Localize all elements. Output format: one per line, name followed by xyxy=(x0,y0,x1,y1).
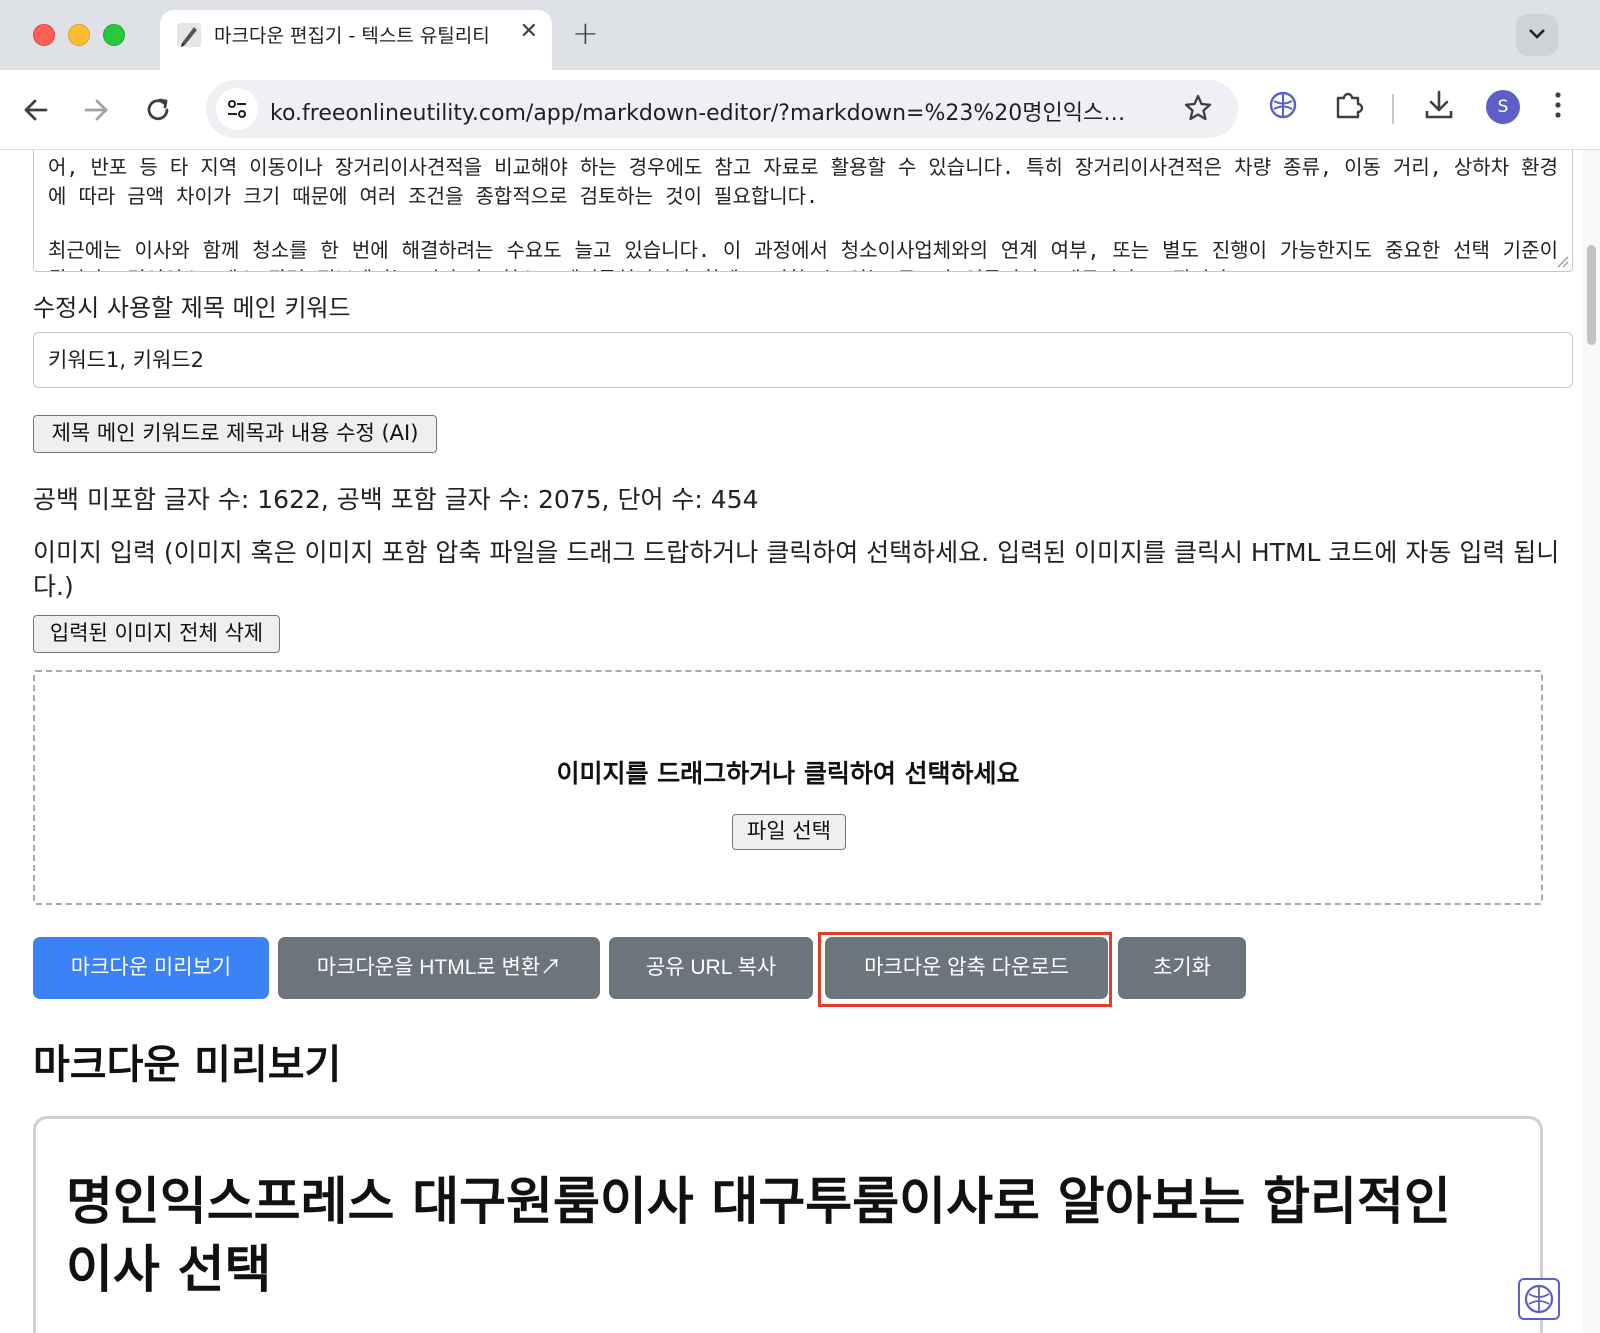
delete-all-images-button[interactable]: 입력된 이미지 전체 삭제 xyxy=(33,615,280,653)
address-bar[interactable]: ko.freeonlineutility.com/app/markdown-ed… xyxy=(206,80,1238,138)
dropzone-text: 이미지를 드래그하거나 클릭하여 선택하세요 xyxy=(556,759,1020,788)
markdown-paragraph: 최근에는 이사와 함께 청소를 한 번에 해결하려는 수요도 늘고 있습니다. … xyxy=(48,238,1558,271)
copy-share-url-button[interactable]: 공유 URL 복사 xyxy=(609,937,813,999)
download-icon[interactable] xyxy=(1422,88,1456,122)
brain-icon xyxy=(1524,1284,1554,1314)
ai-brain-floating-icon[interactable] xyxy=(1518,1278,1560,1320)
maximize-window-button[interactable] xyxy=(103,24,125,46)
reload-icon[interactable] xyxy=(140,92,176,128)
browser-tab-active[interactable]: 마크다운 편집기 - 텍스트 유틸리티 ✕ xyxy=(160,10,552,70)
new-tab-button[interactable]: + xyxy=(572,14,599,52)
back-icon[interactable] xyxy=(18,92,54,128)
close-tab-icon[interactable]: ✕ xyxy=(520,19,538,44)
resize-grip-icon[interactable] xyxy=(1555,254,1569,268)
page-scrollbar[interactable] xyxy=(1582,150,1600,1333)
close-window-button[interactable] xyxy=(33,24,55,46)
ai-edit-button[interactable]: 제목 메인 키워드로 제목과 내용 수정 (AI) xyxy=(33,415,437,453)
tab-search-button[interactable] xyxy=(1516,14,1558,56)
page-content: 어, 반포 등 타 지역 이동이나 장거리이사견적을 비교해야 하는 경우에도 … xyxy=(0,150,1582,1333)
chevron-down-icon xyxy=(1529,29,1545,39)
scrollbar-thumb[interactable] xyxy=(1587,245,1596,345)
keyword-input[interactable]: 키워드1, 키워드2 xyxy=(33,332,1573,388)
convert-to-html-button[interactable]: 마크다운을 HTML로 변환↗ xyxy=(278,937,600,999)
preview-heading: 명인익스프레스 대구원룸이사 대구투룸이사로 알아보는 합리적인 이사 선택 xyxy=(66,1173,1451,1300)
forward-icon[interactable] xyxy=(78,92,114,128)
markdown-preview-button[interactable]: 마크다운 미리보기 xyxy=(33,937,269,999)
image-input-description: 이미지 입력 (이미지 혹은 이미지 포함 압축 파일을 드래그 드랍하거나 클… xyxy=(33,538,1560,601)
browser-titlebar: 마크다운 편집기 - 텍스트 유틸리티 ✕ + xyxy=(0,0,1600,70)
tab-title: 마크다운 편집기 - 텍스트 유틸리티 xyxy=(214,25,490,47)
profile-avatar[interactable]: S xyxy=(1486,90,1520,124)
file-select-button[interactable]: 파일 선택 xyxy=(732,814,846,850)
image-dropzone[interactable]: 이미지를 드래그하거나 클릭하여 선택하세요 파일 선택 xyxy=(33,670,1543,905)
markdown-preview-panel: 명인익스프레스 대구원룸이사 대구투룸이사로 알아보는 합리적인 이사 선택 xyxy=(33,1116,1543,1333)
browser-toolbar: ko.freeonlineutility.com/app/markdown-ed… xyxy=(0,70,1600,150)
puzzle-extensions-icon[interactable] xyxy=(1332,88,1366,122)
character-count: 공백 미포함 글자 수: 1622, 공백 포함 글자 수: 2075, 단어 … xyxy=(33,485,759,514)
markdown-textarea[interactable]: 어, 반포 등 타 지역 이동이나 장거리이사견적을 비교해야 하는 경우에도 … xyxy=(33,150,1573,272)
markdown-paragraph: 어, 반포 등 타 지역 이동이나 장거리이사견적을 비교해야 하는 경우에도 … xyxy=(48,155,1558,208)
ai-brain-extension-icon[interactable] xyxy=(1266,88,1300,122)
toolbar-divider xyxy=(1392,94,1394,124)
highlight-box xyxy=(818,932,1112,1007)
pen-favicon-icon xyxy=(177,23,201,47)
site-info-icon xyxy=(228,100,246,118)
url-text[interactable]: ko.freeonlineutility.com/app/markdown-ed… xyxy=(270,95,1150,127)
keyword-label: 수정시 사용할 제목 메인 키워드 xyxy=(33,294,351,322)
reset-button[interactable]: 초기화 xyxy=(1118,937,1246,999)
site-info-button[interactable] xyxy=(216,88,258,130)
preview-section-title: 마크다운 미리보기 xyxy=(33,1042,342,1088)
menu-kebab-icon[interactable] xyxy=(1552,88,1564,122)
minimize-window-button[interactable] xyxy=(68,24,90,46)
bookmark-star-icon[interactable] xyxy=(1182,92,1214,124)
